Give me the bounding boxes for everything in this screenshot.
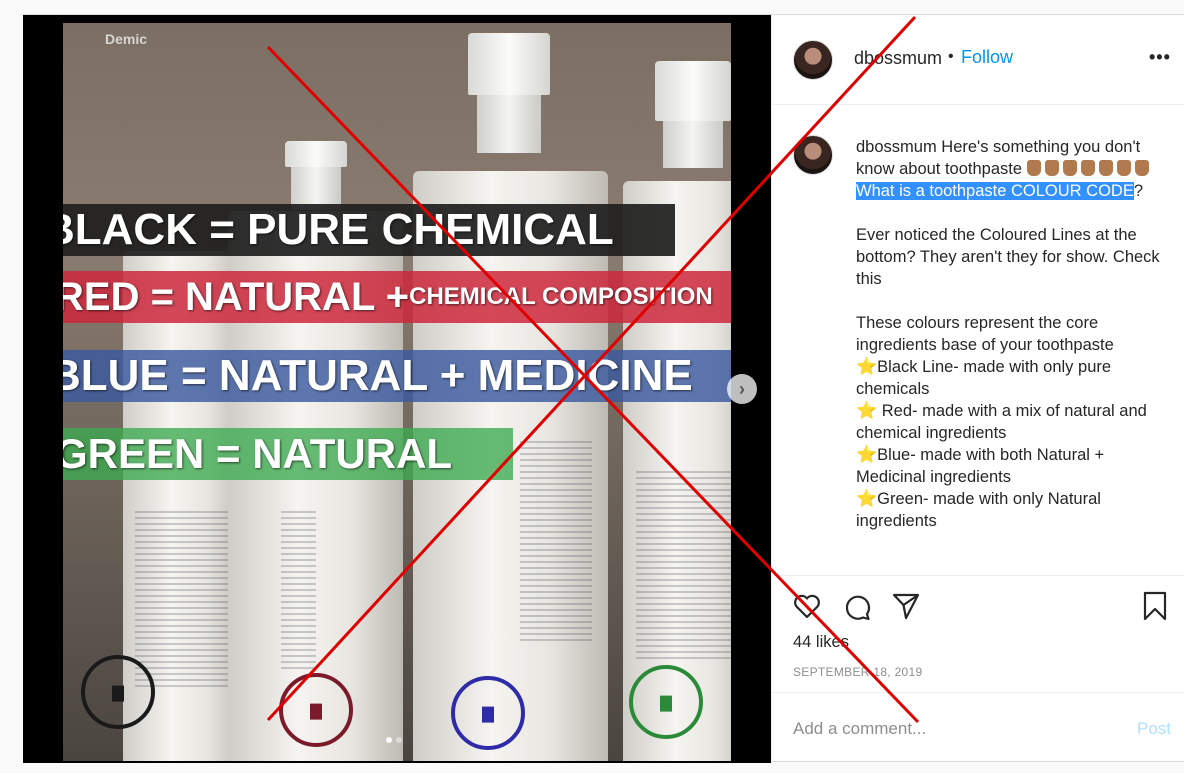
- likes-count[interactable]: 44 likes: [793, 633, 849, 652]
- avatar[interactable]: [793, 40, 833, 80]
- toothpaste-photo: Demic BLACK = PURE CHEMICAL RED = NATURA…: [63, 23, 731, 761]
- star-emoji-icon: ⭐: [856, 489, 878, 508]
- tube-cap: [285, 141, 347, 167]
- post-sidebar: dbossmum • Follow ••• dbossmum Here's so…: [771, 15, 1184, 763]
- caption-paragraph: Ever noticed the Coloured Lines at the b…: [856, 226, 1160, 288]
- star-emoji-icon: ⭐: [856, 357, 878, 376]
- tube-neck: [291, 160, 341, 210]
- page: Demic BLACK = PURE CHEMICAL RED = NATURA…: [0, 0, 1184, 773]
- watermark: Demic: [105, 31, 148, 47]
- color-code-ring-red: [279, 673, 353, 747]
- caption-list-item: ⭐Green- made with only Natural ingredien…: [856, 489, 1101, 530]
- comment-input[interactable]: [793, 719, 1093, 739]
- tube-neck: [663, 118, 723, 168]
- pointing-down-emoji-icon: [1062, 160, 1077, 176]
- comment-bar: Post: [772, 692, 1184, 763]
- tube-cap: [468, 33, 550, 95]
- color-code-ring-blue: [451, 676, 525, 750]
- instagram-post: Demic BLACK = PURE CHEMICAL RED = NATURA…: [23, 14, 1184, 763]
- pointing-down-emoji-icon: [1116, 160, 1131, 176]
- band-black: BLACK = PURE CHEMICAL: [63, 204, 675, 256]
- comment-icon[interactable]: [841, 590, 873, 622]
- username-link[interactable]: dbossmum: [854, 48, 942, 69]
- avatar[interactable]: [793, 135, 833, 175]
- band-green: GREEN = NATURAL: [63, 428, 513, 480]
- share-icon[interactable]: [890, 590, 922, 622]
- follow-button[interactable]: Follow: [961, 47, 1013, 68]
- post-header: dbossmum • Follow •••: [772, 15, 1184, 105]
- caption-paragraph: These colours represent the core ingredi…: [856, 314, 1114, 354]
- carousel-next-button[interactable]: ›: [727, 374, 757, 404]
- pointing-down-emoji-icon: [1026, 160, 1041, 176]
- post-media[interactable]: Demic BLACK = PURE CHEMICAL RED = NATURA…: [23, 15, 771, 763]
- post-comment-button[interactable]: Post: [1137, 719, 1171, 739]
- post-actions: [772, 575, 1184, 635]
- separator-dot: •: [948, 48, 954, 65]
- pointing-down-emoji-icon: [1134, 160, 1149, 176]
- caption-list-item: ⭐Blue- made with both Natural + Medicina…: [856, 445, 1105, 486]
- color-code-ring-black: [81, 655, 155, 729]
- tube-cap: [655, 61, 731, 121]
- star-emoji-icon: ⭐: [856, 445, 878, 464]
- post-date[interactable]: SEPTEMBER 18, 2019: [793, 665, 922, 679]
- bookmark-icon[interactable]: [1139, 590, 1171, 622]
- pointing-down-emoji-icon: [1098, 160, 1113, 176]
- carousel-dot: [386, 737, 392, 743]
- selected-text: What is a toothpaste COLOUR CODE: [856, 182, 1134, 200]
- caption-area: dbossmum Here's something you don't know…: [772, 106, 1184, 576]
- more-options-icon[interactable]: •••: [1149, 47, 1171, 68]
- caption-text: dbossmum Here's something you don't know…: [856, 136, 1161, 532]
- color-code-ring-green: [629, 665, 703, 739]
- pointing-down-emoji-icon: [1044, 160, 1059, 176]
- carousel-dot: [396, 737, 402, 743]
- heart-icon[interactable]: [791, 590, 823, 622]
- tube-neck: [477, 93, 541, 153]
- band-red: RED = NATURAL + CHEMICAL COMPOSITION: [63, 271, 731, 323]
- band-blue: BLUE = NATURAL + MEDICINE: [63, 350, 731, 402]
- caption-list-item: ⭐Black Line- made with only pure chemica…: [856, 357, 1112, 398]
- pointing-down-emoji-icon: [1080, 160, 1095, 176]
- star-emoji-icon: ⭐: [856, 401, 878, 420]
- carousel-dots: [386, 737, 402, 743]
- caption-list-item: ⭐ Red- made with a mix of natural and ch…: [856, 401, 1147, 442]
- caption-question-mark: ?: [1133, 182, 1144, 200]
- caption-username[interactable]: dbossmum: [856, 138, 937, 156]
